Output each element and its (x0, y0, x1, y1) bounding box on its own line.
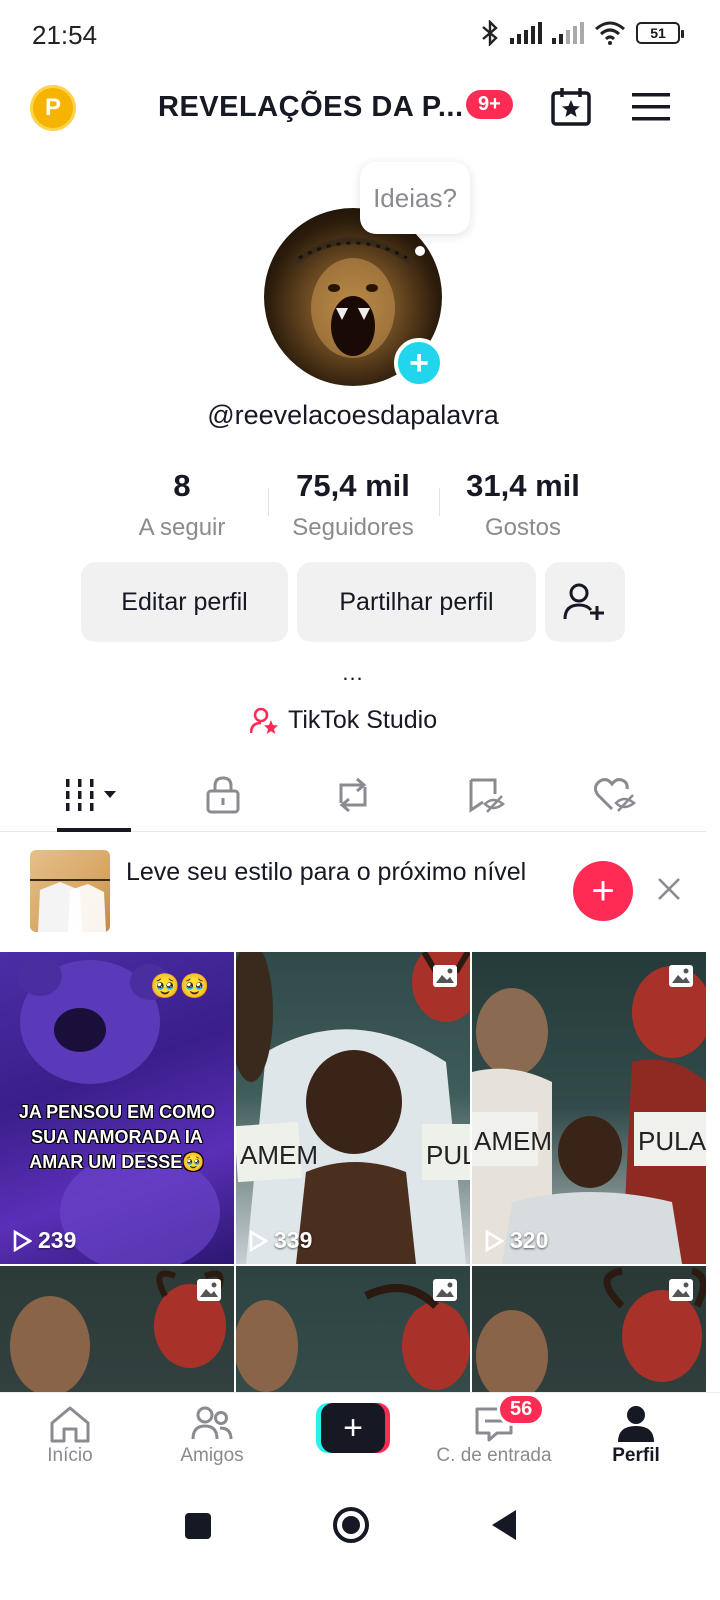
tiktok-studio-link[interactable]: TikTok Studio (250, 706, 437, 735)
stat-likes[interactable]: 31,4 mil Gostos (438, 468, 608, 542)
repost-icon (339, 777, 367, 813)
stat-followers-label: Seguidores (292, 514, 414, 541)
heart-hidden-icon (594, 778, 636, 812)
signal-icon (510, 22, 542, 44)
view-count-value: 320 (510, 1227, 549, 1253)
menu-icon[interactable] (632, 92, 670, 122)
photo-icon (669, 1279, 693, 1301)
grid-videos-icon (66, 779, 116, 811)
photo-icon (197, 1279, 221, 1301)
nav-home[interactable]: Início (0, 1403, 140, 1467)
tile-caption: JA PENSOU EM COMO SUA NAMORADA IA AMAR U… (18, 1102, 216, 1172)
bio-more[interactable]: ... (0, 660, 706, 686)
nav-friends-label: Amigos (180, 1445, 244, 1466)
tab-private[interactable] (198, 770, 248, 820)
bluetooth-icon (482, 20, 498, 46)
video-grid: 🥹🥹 JA PENSOU EM COMO SUA NAMORADA IA AMA… (0, 952, 706, 1392)
username: @reevelacoesdapalavra (207, 400, 499, 430)
nav-profile-label: Perfil (612, 1445, 660, 1466)
creator-star-icon (250, 707, 278, 734)
view-count-value: 339 (274, 1227, 313, 1253)
promo-add-button[interactable]: + (573, 861, 633, 921)
bookmark-hidden-icon (469, 778, 506, 813)
svg-text:PULAR: PULAR (638, 1126, 706, 1156)
bubble-pointer (415, 246, 425, 256)
status-time: 21:54 (32, 20, 98, 50)
stat-following-value: 8 (173, 468, 191, 503)
photo-icon (433, 1279, 457, 1301)
close-icon[interactable] (656, 876, 682, 902)
tiktok-studio-label: TikTok Studio (288, 706, 438, 734)
battery-icon: 51 (636, 22, 684, 44)
grid-item[interactable]: AMEM PUL 339 (236, 952, 470, 1264)
tab-reposts[interactable] (328, 770, 378, 820)
profile-icon (618, 1406, 654, 1442)
bottom-navigation: Início Amigos + C. de entrada Perfil (0, 1392, 720, 1484)
nav-friends[interactable]: Amigos (142, 1403, 282, 1467)
promo-text: Leve seu estilo para o próximo nível (126, 858, 527, 886)
wifi-icon (595, 21, 625, 45)
promo-banner[interactable]: Leve seu estilo para o próximo nível + (0, 832, 706, 950)
play-icon (485, 1229, 504, 1252)
tab-liked[interactable] (590, 770, 640, 820)
nav-profile[interactable]: Perfil (566, 1403, 706, 1467)
ideas-bubble[interactable]: Ideias? (360, 162, 470, 234)
play-icon (249, 1229, 268, 1252)
stat-following-label: A seguir (138, 514, 226, 541)
stat-likes-label: Gostos (484, 514, 562, 541)
status-icons: 51 (480, 20, 684, 46)
home-system-icon[interactable] (332, 1506, 370, 1544)
inbox-badge: 56 (497, 1393, 546, 1426)
svg-text:AMEM: AMEM (240, 1140, 318, 1170)
promo-thumbnail (30, 850, 110, 932)
home-icon (50, 1406, 90, 1443)
add-friend-button[interactable] (545, 562, 625, 642)
grid-item[interactable] (0, 1266, 234, 1392)
play-icon (13, 1229, 32, 1252)
svg-text:AMEM: AMEM (474, 1126, 552, 1156)
share-profile-button[interactable]: Partilhar perfil (297, 562, 536, 642)
add-user-icon (563, 583, 604, 620)
photo-icon (669, 965, 693, 987)
calendar-star-icon[interactable] (550, 87, 592, 127)
lock-icon (206, 776, 240, 814)
view-count: 320 (484, 1227, 548, 1254)
svg-text:PUL: PUL (426, 1140, 470, 1170)
nav-home-label: Início (47, 1445, 93, 1466)
stat-likes-value: 31,4 mil (466, 468, 580, 503)
signal-icon-2 (552, 22, 584, 44)
photo-icon (433, 965, 457, 987)
stat-followers-value: 75,4 mil (296, 468, 410, 503)
stat-followers[interactable]: 75,4 mil Seguidores (268, 468, 438, 542)
edit-profile-button[interactable]: Editar perfil (81, 562, 288, 642)
profile-tabs (0, 760, 706, 832)
recents-icon[interactable] (184, 1512, 212, 1540)
add-story-button[interactable]: + (394, 338, 444, 388)
tab-favorites[interactable] (462, 770, 512, 820)
friends-icon (191, 1406, 233, 1440)
plus-icon: + (321, 1403, 385, 1453)
view-count: 339 (248, 1227, 312, 1254)
stat-following[interactable]: 8 A seguir (97, 468, 267, 542)
status-bar: 21:54 51 (0, 0, 720, 70)
grid-item[interactable]: AMEM PULAR 320 (472, 952, 706, 1264)
profile-header: P REVELAÇÕES DA P... 9+ (0, 75, 720, 141)
create-button[interactable]: + (316, 1403, 390, 1453)
view-count: 239 (12, 1227, 76, 1254)
account-notification-badge: 9+ (466, 90, 513, 119)
view-count-value: 239 (38, 1227, 77, 1253)
grid-item[interactable] (236, 1266, 470, 1392)
nav-inbox-label: C. de entrada (436, 1445, 552, 1466)
grid-item[interactable]: 🥹🥹 JA PENSOU EM COMO SUA NAMORADA IA AMA… (0, 952, 234, 1264)
grid-item[interactable] (472, 1266, 706, 1392)
back-icon[interactable] (490, 1508, 518, 1542)
account-title[interactable]: REVELAÇÕES DA P... (158, 91, 464, 124)
system-navigation (0, 1484, 720, 1600)
tab-videos[interactable] (57, 770, 131, 820)
pleading-emoji: 🥹🥹 (150, 973, 210, 1000)
coin-icon[interactable]: P (30, 85, 76, 131)
